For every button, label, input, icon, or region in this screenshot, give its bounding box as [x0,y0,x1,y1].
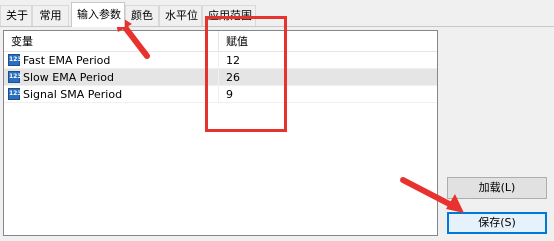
tab-visualization[interactable]: 应用范围 [202,5,256,26]
integer-param-icon: 123 [8,71,22,83]
param-name: Signal SMA Period [23,88,123,101]
param-value[interactable]: 9 [226,86,233,103]
cell-separator [218,69,219,86]
column-separator[interactable] [218,31,219,51]
param-value[interactable]: 26 [226,69,240,86]
param-value[interactable]: 12 [226,52,240,69]
tab-common[interactable]: 常用 [32,5,69,26]
tab-levels[interactable]: 水平位 [159,5,202,26]
cell-separator [218,52,219,69]
integer-param-icon: 123 [8,54,22,66]
load-button[interactable]: 加载(L) [447,177,547,199]
parameters-table: 变量 赋值 123 Fast EMA Period 12 123 Slow EM… [3,30,438,236]
tab-about[interactable]: 关于 [0,5,32,26]
table-row-selected[interactable]: 123 Slow EMA Period 26 [4,69,437,86]
integer-param-icon: 123 [8,88,22,100]
table-header: 变量 赋值 [4,31,437,52]
cell-separator [218,86,219,103]
tab-bar: 关于 常用 输入参数 颜色 水平位 应用范围 [0,0,554,27]
param-name: Fast EMA Period [23,54,111,67]
column-header-variable[interactable]: 变量 [11,31,33,51]
param-name: Slow EMA Period [23,71,115,84]
column-header-value[interactable]: 赋值 [226,31,248,51]
tab-colors[interactable]: 颜色 [125,5,159,26]
tab-inputs[interactable]: 输入参数 [71,2,125,27]
table-row[interactable]: 123 Fast EMA Period 12 [4,52,437,69]
table-row[interactable]: 123 Signal SMA Period 9 [4,86,437,103]
save-button[interactable]: 保存(S) [447,212,547,234]
